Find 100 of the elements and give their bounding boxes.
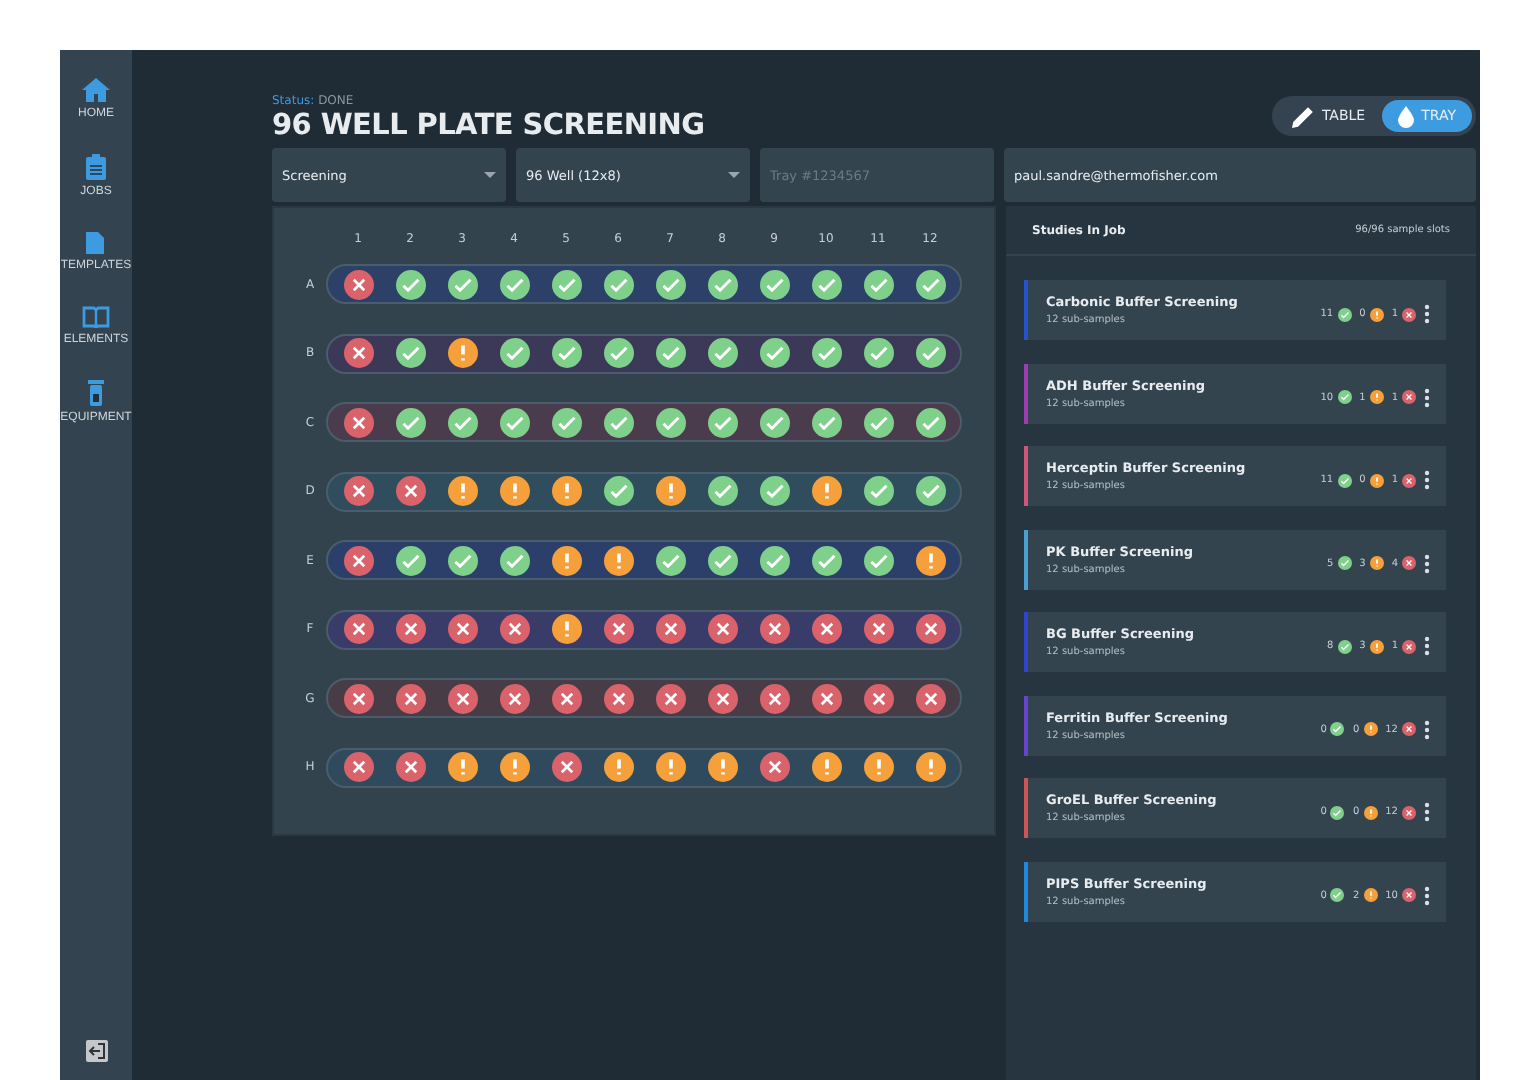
check-icon bbox=[759, 476, 789, 506]
exclamation-icon bbox=[447, 338, 477, 368]
x-icon bbox=[343, 269, 373, 299]
check-icon bbox=[707, 269, 737, 299]
x-icon bbox=[1402, 307, 1416, 321]
x-icon bbox=[759, 752, 789, 782]
check-icon bbox=[499, 407, 529, 437]
x-icon bbox=[395, 476, 425, 506]
exclamation-icon bbox=[551, 545, 581, 575]
x-icon bbox=[551, 752, 581, 782]
exclamation-icon bbox=[811, 476, 841, 506]
check-icon bbox=[759, 407, 789, 437]
check-icon bbox=[655, 338, 685, 368]
x-icon bbox=[395, 752, 425, 782]
check-icon bbox=[707, 407, 737, 437]
check-icon bbox=[915, 407, 945, 437]
exclamation-icon bbox=[603, 545, 633, 575]
caret-icon bbox=[728, 172, 740, 178]
x-icon bbox=[1402, 556, 1416, 570]
more-icon[interactable] bbox=[1424, 304, 1430, 324]
exclamation-icon bbox=[707, 752, 737, 782]
x-icon bbox=[707, 614, 737, 644]
x-icon bbox=[915, 683, 945, 713]
check-icon bbox=[1337, 390, 1352, 404]
x-icon bbox=[707, 683, 737, 713]
x-icon bbox=[915, 614, 945, 644]
x-icon bbox=[1402, 473, 1416, 487]
check-icon bbox=[603, 476, 633, 506]
more-icon[interactable] bbox=[1424, 387, 1430, 407]
check-icon bbox=[1337, 473, 1352, 487]
exclamation-icon bbox=[1363, 888, 1378, 902]
x-icon bbox=[863, 683, 893, 713]
more-icon[interactable] bbox=[1424, 885, 1430, 905]
more-icon[interactable] bbox=[1424, 553, 1430, 573]
check-icon bbox=[863, 269, 893, 299]
exclamation-icon bbox=[447, 752, 477, 782]
x-icon bbox=[1402, 390, 1416, 404]
book-icon bbox=[82, 306, 110, 328]
exclamation-icon bbox=[655, 752, 685, 782]
check-icon bbox=[759, 545, 789, 575]
check-icon bbox=[915, 476, 945, 506]
x-icon bbox=[395, 683, 425, 713]
exclamation-icon bbox=[499, 476, 529, 506]
check-icon bbox=[551, 269, 581, 299]
exclamation-icon bbox=[551, 476, 581, 506]
check-icon bbox=[395, 338, 425, 368]
more-icon[interactable] bbox=[1424, 802, 1430, 822]
x-icon bbox=[863, 614, 893, 644]
x-icon bbox=[343, 407, 373, 437]
logout-icon[interactable] bbox=[85, 1040, 107, 1062]
more-icon[interactable] bbox=[1424, 636, 1430, 656]
x-icon bbox=[1402, 805, 1416, 819]
x-icon bbox=[343, 683, 373, 713]
check-icon bbox=[499, 545, 529, 575]
drop-icon bbox=[1397, 105, 1414, 127]
check-icon bbox=[707, 338, 737, 368]
exclamation-icon bbox=[863, 752, 893, 782]
check-icon bbox=[707, 545, 737, 575]
check-icon bbox=[759, 269, 789, 299]
check-icon bbox=[395, 269, 425, 299]
check-icon bbox=[551, 338, 581, 368]
pencil-icon bbox=[1291, 105, 1314, 127]
page-title: 96 WELL PLATE SCREENING bbox=[272, 110, 705, 142]
exclamation-icon bbox=[1369, 556, 1384, 570]
x-icon bbox=[551, 683, 581, 713]
check-icon bbox=[915, 338, 945, 368]
x-icon bbox=[759, 683, 789, 713]
x-icon bbox=[811, 683, 841, 713]
check-icon bbox=[811, 269, 841, 299]
x-icon bbox=[447, 683, 477, 713]
check-icon bbox=[395, 407, 425, 437]
x-icon bbox=[343, 752, 373, 782]
x-icon bbox=[603, 683, 633, 713]
check-icon bbox=[1337, 307, 1352, 321]
more-icon[interactable] bbox=[1424, 719, 1430, 739]
check-icon bbox=[499, 269, 529, 299]
check-icon bbox=[811, 545, 841, 575]
check-icon bbox=[707, 476, 737, 506]
check-icon bbox=[655, 545, 685, 575]
check-icon bbox=[603, 338, 633, 368]
exclamation-icon bbox=[551, 614, 581, 644]
check-icon bbox=[1330, 888, 1345, 902]
check-icon bbox=[1337, 556, 1352, 570]
x-icon bbox=[1402, 639, 1416, 653]
exclamation-icon bbox=[915, 545, 945, 575]
exclamation-icon bbox=[447, 476, 477, 506]
x-icon bbox=[1402, 888, 1416, 902]
vial-icon bbox=[87, 380, 104, 406]
exclamation-icon bbox=[1369, 390, 1384, 404]
x-icon bbox=[447, 614, 477, 644]
x-icon bbox=[499, 614, 529, 644]
x-icon bbox=[603, 614, 633, 644]
more-icon[interactable] bbox=[1424, 470, 1430, 490]
check-icon bbox=[655, 407, 685, 437]
x-icon bbox=[395, 614, 425, 644]
x-icon bbox=[1402, 722, 1416, 736]
check-icon bbox=[447, 407, 477, 437]
x-icon bbox=[499, 683, 529, 713]
exclamation-icon bbox=[1369, 639, 1384, 653]
check-icon bbox=[863, 338, 893, 368]
